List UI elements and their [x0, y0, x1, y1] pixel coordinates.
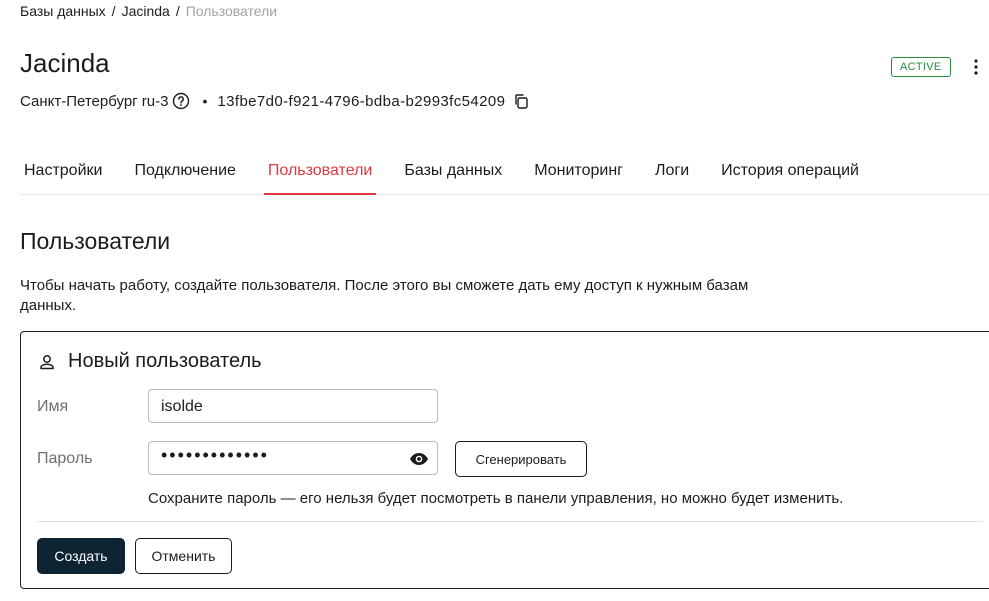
breadcrumb-item-cluster[interactable]: Jacinda — [122, 3, 170, 19]
more-vertical-icon[interactable] — [966, 57, 986, 77]
breadcrumb-separator: / — [111, 3, 116, 19]
breadcrumb-current: Пользователи — [185, 3, 278, 19]
meta-bullet: • — [202, 93, 208, 109]
password-value: ••••••••••••• — [161, 445, 269, 465]
tab-logs[interactable]: Логи — [655, 158, 689, 194]
create-button[interactable]: Создать — [37, 538, 125, 574]
eye-icon[interactable] — [409, 449, 429, 469]
tab-monitoring[interactable]: Мониторинг — [534, 158, 623, 194]
region-label: Санкт-Петербург ru-3 — [20, 92, 169, 110]
tab-bar: Настройки Подключение Пользователи Базы … — [20, 158, 989, 195]
page-title: Jacinda — [20, 48, 110, 78]
section-intro: Чтобы начать работу, создайте пользовате… — [20, 277, 749, 314]
tab-connection[interactable]: Подключение — [134, 158, 235, 194]
tab-users[interactable]: Пользователи — [263, 158, 377, 195]
tab-settings[interactable]: Настройки — [24, 158, 102, 194]
breadcrumb: Базы данных / Jacinda / Пользователи — [20, 3, 277, 19]
card-header: Новый пользователь — [38, 350, 262, 373]
breadcrumb-separator: / — [175, 3, 180, 19]
copy-icon[interactable] — [513, 93, 529, 109]
section-title: Пользователи — [20, 228, 171, 254]
breadcrumb-item-databases[interactable]: Базы данных — [20, 3, 106, 19]
divider — [37, 521, 983, 522]
cancel-button[interactable]: Отменить — [135, 538, 232, 574]
password-label: Пароль — [37, 450, 93, 467]
cluster-uuid: 13fbe7d0-f921-4796-bdba-b2993fc54209 — [217, 92, 506, 110]
name-value: isolde — [161, 398, 203, 415]
name-label: Имя — [37, 398, 69, 415]
password-hint: Сохраните пароль — его нельзя будет посм… — [148, 490, 844, 507]
tab-databases[interactable]: Базы данных — [404, 158, 502, 194]
tab-history[interactable]: История операций — [721, 158, 859, 194]
user-icon — [40, 354, 54, 369]
status-badge: ACTIVE — [891, 57, 951, 77]
new-user-card: Новый пользователь Имя isolde Пароль •••… — [20, 331, 989, 589]
password-field[interactable]: ••••••••••••• — [148, 441, 438, 475]
help-icon[interactable] — [172, 92, 190, 110]
name-field[interactable]: isolde — [148, 389, 438, 423]
cluster-meta: Санкт-Петербург ru-3 • 13fbe7d0-f921-479… — [20, 92, 529, 110]
generate-password-button[interactable]: Сгенерировать — [455, 441, 587, 477]
card-title: Новый пользователь — [68, 350, 262, 372]
